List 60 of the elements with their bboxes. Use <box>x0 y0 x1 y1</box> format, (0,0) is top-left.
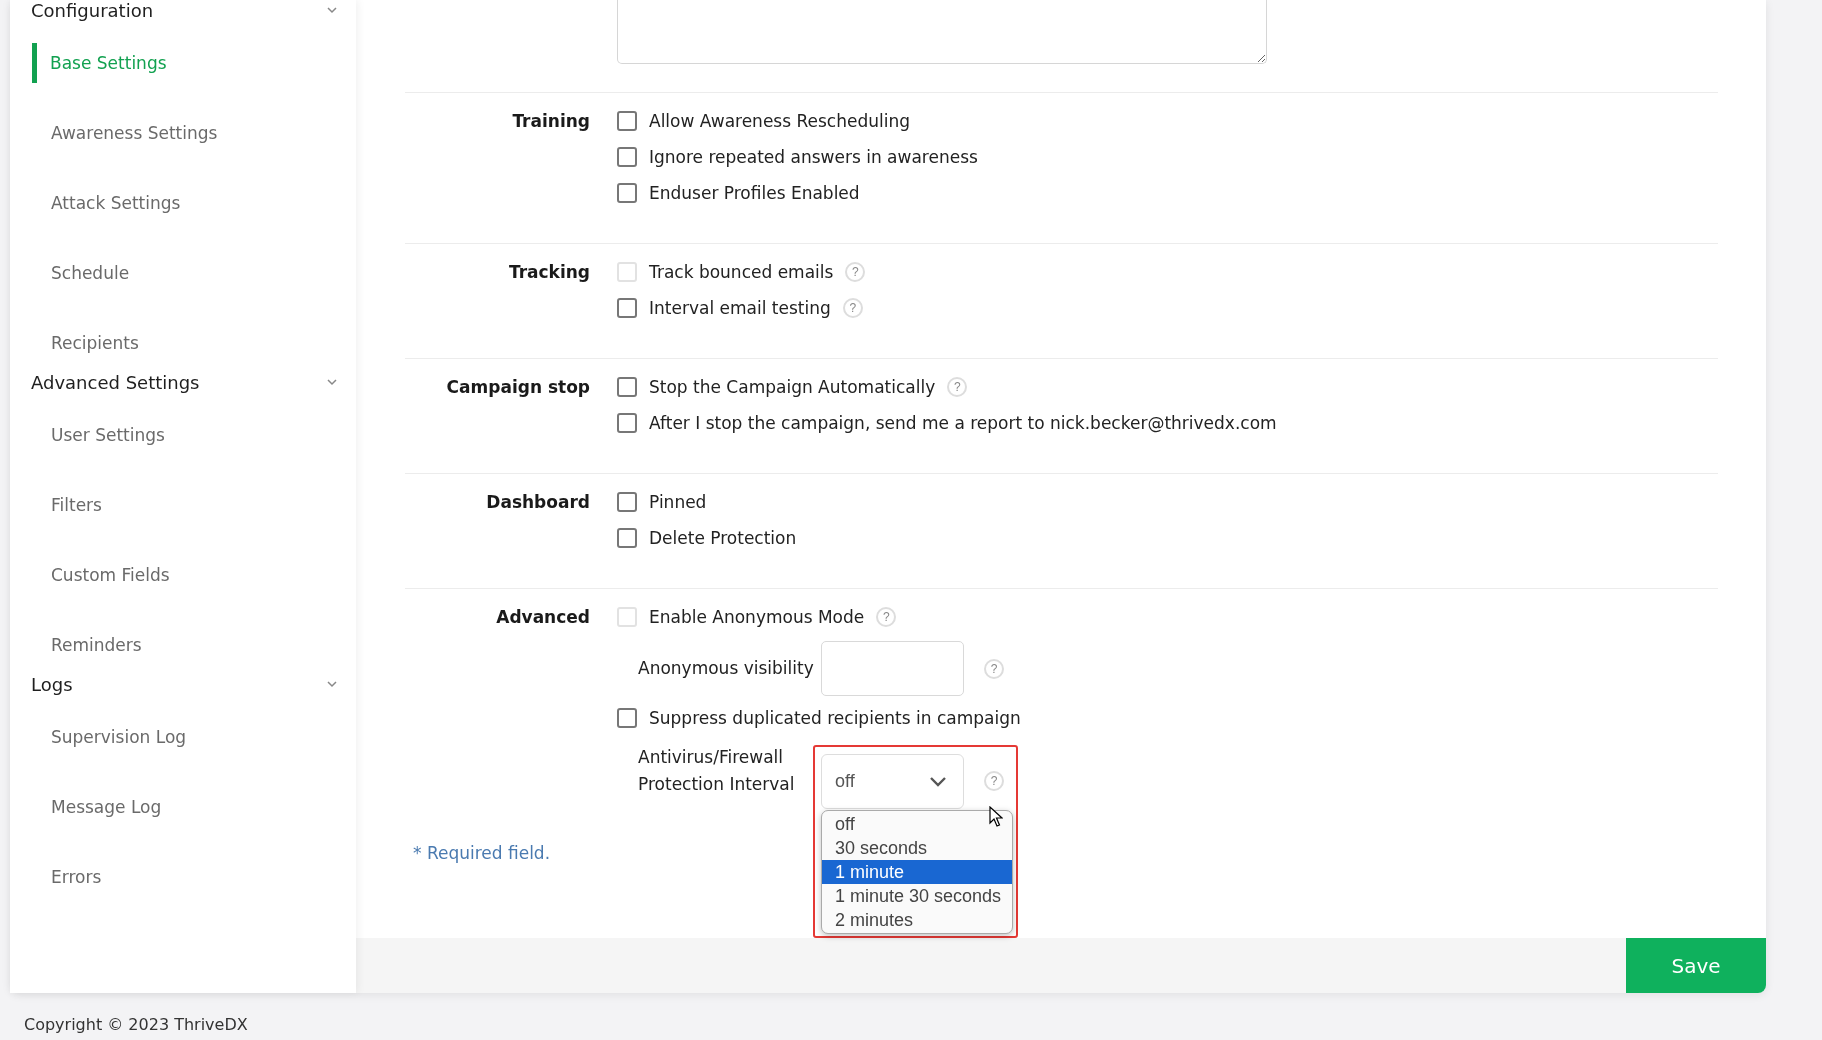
nav-item[interactable]: User Settings <box>10 415 165 455</box>
nav-item[interactable]: Custom Fields <box>10 555 170 595</box>
nav-item[interactable]: Reminders <box>10 625 142 665</box>
nav-item[interactable]: Recipients <box>10 323 139 363</box>
checkbox[interactable] <box>617 528 637 548</box>
copyright-text: Copyright © 2023 ThriveDX <box>24 1015 248 1034</box>
nav-item[interactable]: Schedule <box>10 253 130 293</box>
help-icon[interactable]: ? <box>984 771 1004 791</box>
chevron-down-icon[interactable] <box>326 6 338 14</box>
checkbox-label: Pinned <box>649 492 707 512</box>
checkbox[interactable] <box>617 183 637 203</box>
field-label: Antivirus/Firewall Protection Interval <box>638 746 796 796</box>
dropdown-option[interactable]: off <box>822 812 1012 836</box>
checkbox-label: Track bounced emails <box>649 262 834 282</box>
section-title: Dashboard <box>485 491 590 514</box>
checkbox-label: Enduser Profiles Enabled <box>649 183 860 203</box>
nav-item[interactable]: Filters <box>10 485 102 525</box>
checkbox[interactable] <box>617 413 637 433</box>
section-title: Training <box>511 110 590 133</box>
dropdown-option[interactable]: 30 seconds <box>822 836 1012 860</box>
section-title: Tracking <box>507 261 590 284</box>
checkbox-label: After I stop the campaign, send me a report to nick.becker@thrivedx.com <box>649 413 1277 433</box>
field-label: Anonymous visibility <box>638 657 815 680</box>
nav-group-title: Logs <box>31 673 73 695</box>
checkbox-label: Stop the Campaign Automatically <box>649 377 936 397</box>
nav-group-title: Configuration <box>31 0 154 21</box>
nav-item[interactable]: Supervision Log <box>10 717 187 757</box>
nav-item[interactable]: Message Log <box>10 787 162 827</box>
checkbox-label: Delete Protection <box>649 528 797 548</box>
checkbox[interactable] <box>617 377 637 397</box>
nav-item[interactable]: Base Settings <box>32 43 167 83</box>
dropdown-option[interactable]: 1 minute <box>822 860 1012 884</box>
checkbox-label: Interval email testing <box>649 298 831 318</box>
checkbox[interactable] <box>617 147 637 167</box>
nav-item[interactable]: Attack Settings <box>10 183 181 223</box>
help-icon[interactable]: ? <box>984 658 1004 679</box>
checkbox[interactable] <box>617 111 637 131</box>
checkbox-label: Suppress duplicated recipients in campaign <box>649 708 1021 728</box>
checkbox[interactable] <box>617 708 637 728</box>
checkbox-label: Allow Awareness Rescheduling <box>649 111 910 131</box>
save-button[interactable]: Save <box>1626 938 1766 993</box>
dropdown[interactable]: off <box>821 754 964 809</box>
checkbox[interactable] <box>617 298 637 318</box>
section-title: Campaign stop <box>445 376 590 399</box>
input-field[interactable] <box>821 641 964 696</box>
help-icon[interactable]: ? <box>947 377 968 397</box>
dropdown-option[interactable]: 2 minutes <box>822 908 1012 932</box>
chevron-down-icon <box>929 776 947 787</box>
chevron-down-icon[interactable] <box>326 378 338 386</box>
help-icon[interactable]: ? <box>842 298 863 318</box>
nav-item[interactable]: Awareness Settings <box>10 113 218 153</box>
nav-item[interactable]: Errors <box>10 857 102 897</box>
checkbox-label: Enable Anonymous Mode <box>649 607 865 627</box>
section-title: Advanced <box>495 606 590 629</box>
dropdown-option[interactable]: 1 minute 30 seconds <box>822 884 1012 908</box>
nav-group-title: Advanced Settings <box>31 371 200 393</box>
chevron-down-icon[interactable] <box>326 680 338 688</box>
checkbox[interactable] <box>617 492 637 512</box>
required-note: * Required field. <box>413 843 551 863</box>
checkbox-label: Ignore repeated answers in awareness <box>649 147 978 167</box>
